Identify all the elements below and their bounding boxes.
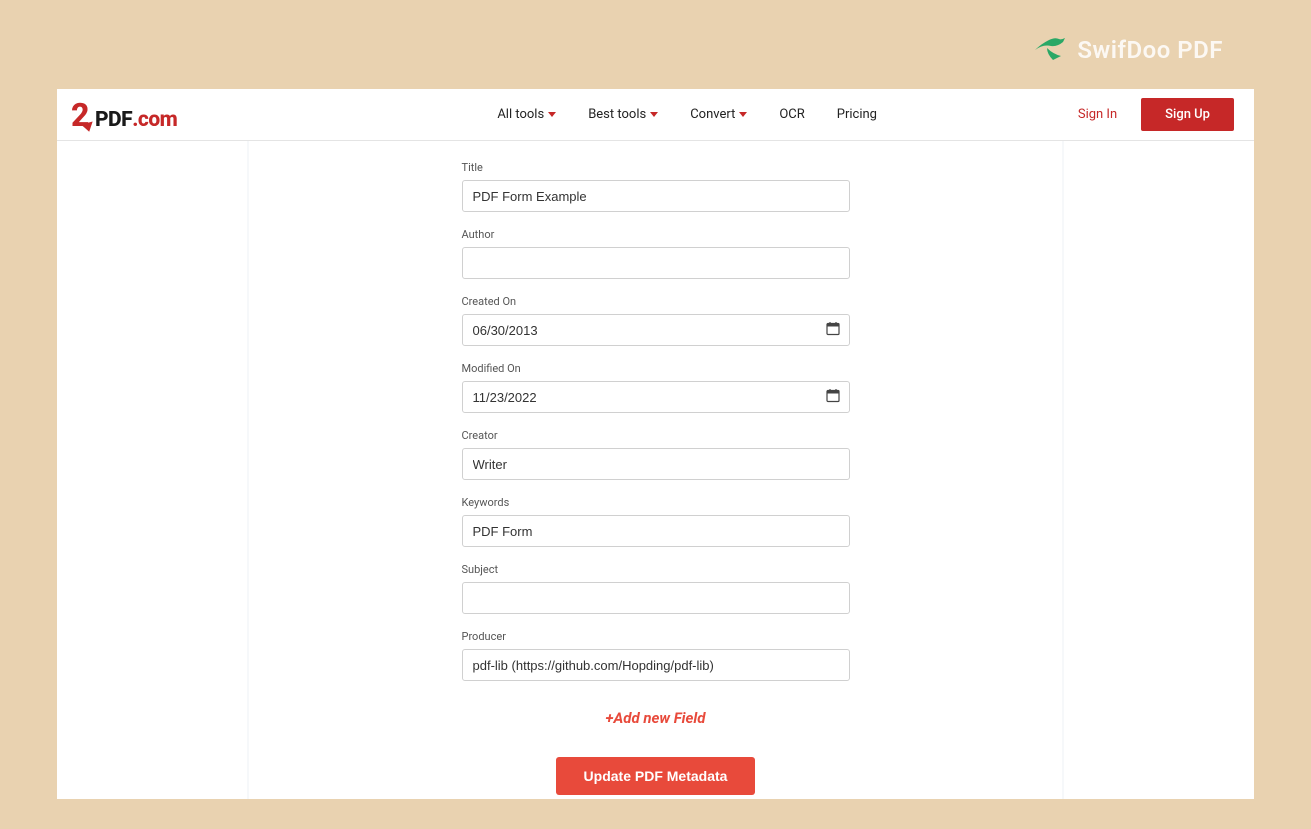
header-actions: Sign In Sign Up: [1078, 98, 1234, 131]
creator-label: Creator: [462, 429, 850, 442]
metadata-form: Title Author Created On Modified On: [249, 141, 1062, 799]
nav-label: Pricing: [837, 107, 877, 122]
producer-label: Producer: [462, 630, 850, 643]
subject-input[interactable]: [462, 582, 850, 614]
nav-label: Convert: [690, 107, 735, 122]
creator-input[interactable]: [462, 448, 850, 480]
sign-in-link[interactable]: Sign In: [1078, 107, 1117, 122]
producer-input[interactable]: [462, 649, 850, 681]
nav-label: All tools: [497, 107, 544, 122]
modified-on-label: Modified On: [462, 362, 850, 375]
nav-label: OCR: [779, 107, 804, 122]
nav-best-tools[interactable]: Best tools: [588, 107, 658, 122]
nav-pricing[interactable]: Pricing: [837, 107, 877, 122]
field-subject: Subject: [462, 563, 850, 614]
right-gutter: [1064, 141, 1254, 799]
field-creator: Creator: [462, 429, 850, 480]
created-on-input[interactable]: [462, 314, 850, 346]
logo-pdf: PDF: [95, 108, 132, 132]
field-modified-on: Modified On: [462, 362, 850, 413]
field-title: Title: [462, 161, 850, 212]
keywords-input[interactable]: [462, 515, 850, 547]
nav-ocr[interactable]: OCR: [779, 107, 804, 122]
app-window: 2 PDF .com All tools Best tools Convert …: [57, 89, 1254, 799]
site-logo[interactable]: 2 PDF .com: [71, 96, 177, 134]
update-metadata-button[interactable]: Update PDF Metadata: [556, 757, 756, 795]
field-keywords: Keywords: [462, 496, 850, 547]
body-area: Title Author Created On Modified On: [57, 141, 1254, 799]
left-gutter: [57, 141, 247, 799]
add-new-field-link[interactable]: +Add new Field: [462, 709, 850, 727]
logo-com: .com: [132, 108, 177, 132]
modified-on-input[interactable]: [462, 381, 850, 413]
author-input[interactable]: [462, 247, 850, 279]
watermark: SwifDoo PDF: [1033, 34, 1223, 66]
title-input[interactable]: [462, 180, 850, 212]
bird-icon: [1033, 34, 1067, 66]
subject-label: Subject: [462, 563, 850, 576]
chevron-down-icon: [739, 112, 747, 117]
main-nav: All tools Best tools Convert OCR Pricing: [497, 107, 877, 122]
author-label: Author: [462, 228, 850, 241]
field-created-on: Created On: [462, 295, 850, 346]
title-label: Title: [462, 161, 850, 174]
nav-all-tools[interactable]: All tools: [497, 107, 556, 122]
watermark-brand: SwifDoo PDF: [1077, 36, 1223, 64]
chevron-down-icon: [548, 112, 556, 117]
header: 2 PDF .com All tools Best tools Convert …: [57, 89, 1254, 141]
created-on-label: Created On: [462, 295, 850, 308]
nav-label: Best tools: [588, 107, 646, 122]
field-producer: Producer: [462, 630, 850, 681]
field-author: Author: [462, 228, 850, 279]
keywords-label: Keywords: [462, 496, 850, 509]
nav-convert[interactable]: Convert: [690, 107, 747, 122]
sign-up-button[interactable]: Sign Up: [1141, 98, 1234, 131]
chevron-down-icon: [650, 112, 658, 117]
